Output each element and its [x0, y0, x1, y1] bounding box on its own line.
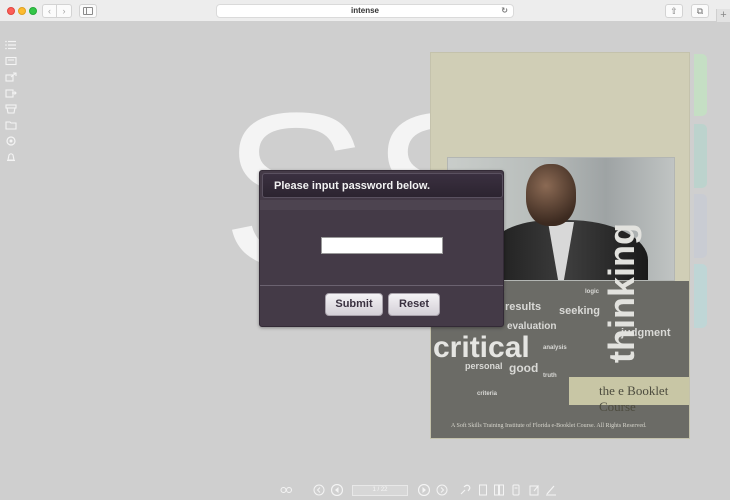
back-button[interactable]: ‹ [42, 4, 57, 18]
draw-icon[interactable] [545, 484, 557, 496]
chapter-tab-2[interactable] [694, 124, 707, 188]
password-dialog: Please input password below. Submit Rese… [259, 170, 504, 327]
bell-icon[interactable] [5, 152, 17, 162]
close-window-button[interactable] [7, 7, 15, 15]
course-title: the e Booklet Course [599, 383, 669, 414]
first-page-icon[interactable] [313, 484, 325, 496]
prev-page-icon[interactable] [331, 484, 343, 496]
cloud-word: logic [585, 289, 600, 295]
copyright-text: A Soft Skills Training Institute of Flor… [451, 423, 647, 429]
last-page-icon[interactable] [436, 484, 448, 496]
dialog-band [260, 200, 503, 210]
thumbnails-icon[interactable] [493, 484, 505, 496]
link-icon[interactable] [459, 484, 471, 496]
fullscreen-icon[interactable] [477, 484, 489, 496]
cloud-word: analysis [543, 345, 567, 351]
back-icon: ‹ [48, 6, 51, 16]
cover-word-critical: critical [433, 331, 530, 364]
tabs-icon: ⧉ [696, 6, 704, 16]
list-icon[interactable] [5, 40, 17, 50]
submit-button[interactable]: Submit [325, 293, 383, 316]
sidebar-toggle-button[interactable] [79, 4, 97, 18]
share-icon: ⇧ [670, 6, 678, 16]
notes-icon[interactable] [510, 484, 522, 496]
reset-button[interactable]: Reset [388, 293, 440, 316]
cloud-word: seeking [559, 305, 600, 317]
export-icon[interactable] [5, 72, 17, 82]
location-icon[interactable] [5, 136, 17, 146]
bookmark-icon[interactable] [5, 56, 17, 66]
chapter-tab-3[interactable] [694, 194, 707, 258]
dialog-divider [260, 285, 503, 286]
show-tabs-button[interactable]: ⧉ [691, 4, 709, 18]
forward-icon: › [62, 6, 66, 16]
print-icon[interactable] [5, 104, 17, 114]
minimize-window-button[interactable] [18, 7, 26, 15]
cloud-word: results [505, 301, 542, 313]
new-tab-button[interactable]: + [716, 9, 730, 22]
share-icon[interactable] [5, 88, 17, 98]
next-page-icon[interactable] [418, 484, 430, 496]
folder-icon[interactable] [5, 120, 17, 130]
chapter-tab-4[interactable] [694, 264, 707, 328]
zoom-window-button[interactable] [29, 7, 37, 15]
left-toolbar [5, 40, 19, 168]
dialog-title: Please input password below. [274, 180, 431, 192]
address-text: intense [350, 6, 379, 15]
edit-icon[interactable] [528, 484, 540, 496]
address-bar[interactable]: intense ↻ [216, 4, 514, 18]
cover-word-thinking: thinking [601, 223, 642, 363]
forward-button[interactable]: › [57, 4, 72, 18]
share-button[interactable]: ⇧ [665, 4, 683, 18]
reload-icon[interactable]: ↻ [501, 5, 508, 17]
password-input[interactable] [321, 237, 443, 254]
sidebar-icon [83, 7, 93, 15]
cloud-word: criteria [477, 391, 498, 397]
bottom-toolbar: 1 / 22 [0, 480, 730, 500]
person-head-shape [526, 164, 576, 226]
browser-toolbar: ‹ › intense ↻ ⇧ ⧉ + [0, 0, 730, 22]
page-indicator[interactable]: 1 / 22 [352, 485, 408, 496]
cloud-word: truth [543, 373, 557, 379]
dialog-header: Please input password below. [262, 173, 503, 198]
zoom-icon[interactable] [280, 484, 292, 496]
chapter-tab-1[interactable] [694, 54, 707, 116]
plus-icon: + [720, 9, 727, 21]
